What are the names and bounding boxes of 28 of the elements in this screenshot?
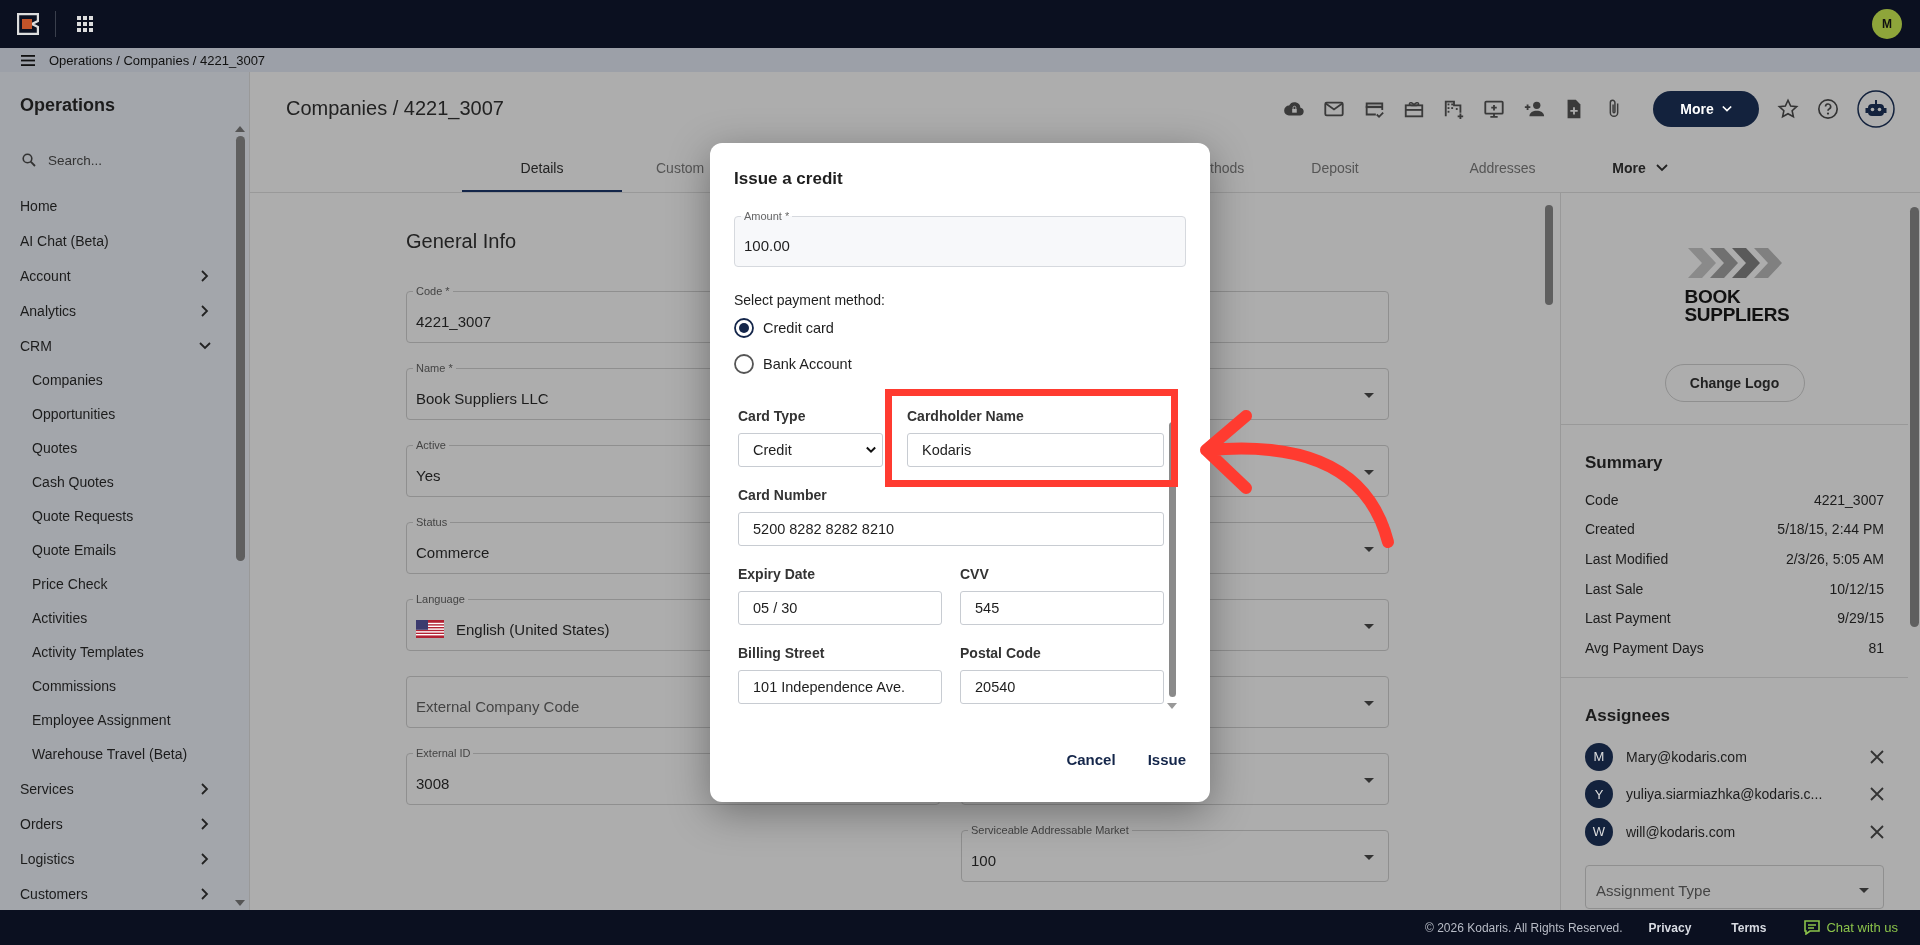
summary-label: Last Payment [1585,610,1671,627]
assignee-email: Mary@kodaris.com [1626,748,1748,765]
summary-label: Last Modified [1585,551,1669,567]
summary-value: 81 [1868,639,1884,656]
sidebar-title: Operations [19,94,117,117]
page-title: Companies / 4221_3007 [286,97,504,120]
avatar: M [1585,742,1613,771]
avatar: Y [1585,780,1613,809]
summary-label: Avg Payment Days [1585,639,1704,656]
avatar: W [1585,817,1613,846]
dialog-title: Issue a credit [734,169,844,189]
copyright-text: © 2026 Kodaris. All Rights Reserved. [1425,920,1623,935]
section-title: General Info [406,229,517,253]
summary-value: 2/3/26, 5:05 AM [1785,551,1884,567]
summary-value: 5/18/15, 2:44 PM [1777,521,1884,538]
summary-value: 9/29/15 [1837,610,1884,627]
summary-value: 10/12/15 [1829,580,1884,597]
summary-label: Code [1585,491,1619,508]
field-label: CVV [960,565,990,583]
summary-label: Last Sale [1585,580,1644,597]
section-title: Assignees [1585,705,1672,727]
assignee-email: yuliya.siarmiazhka@kodaris.c... [1626,786,1824,803]
assignee-email: will@kodaris.com [1626,823,1737,840]
field-prompt: Select payment method: [734,291,886,310]
summary-label: Created [1585,521,1635,538]
summary-value: 4221_3007 [1813,491,1884,508]
field-label: Postal Code [960,644,1042,662]
section-title: Summary [1585,452,1664,474]
